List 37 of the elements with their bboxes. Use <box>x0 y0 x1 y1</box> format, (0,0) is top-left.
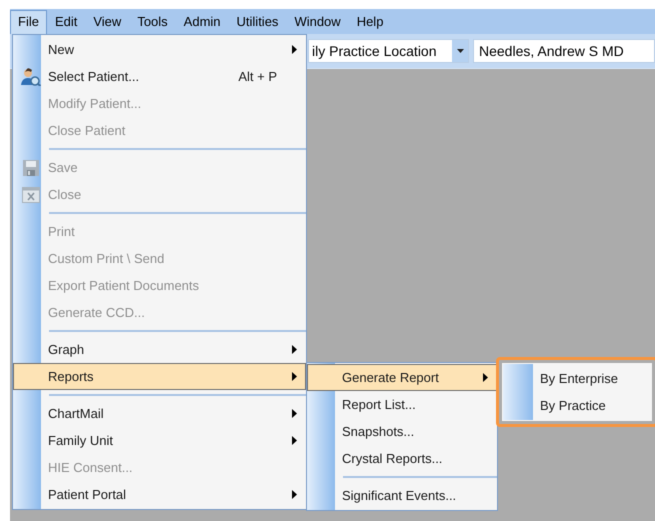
submenu-arrow-icon <box>292 409 297 418</box>
menu-bar-item[interactable]: Help <box>348 10 392 34</box>
menu-item[interactable]: By Enterprise <box>503 365 651 392</box>
menu-bar-item[interactable]: Window <box>286 10 349 34</box>
menu-bar-item[interactable]: Edit <box>46 10 86 34</box>
provider-field[interactable]: Needles, Andrew S MD <box>473 39 655 63</box>
caret-icon <box>456 49 464 53</box>
menu-item[interactable]: Family Unit <box>13 427 306 454</box>
menu-item[interactable]: Significant Events... <box>307 482 497 509</box>
menu-item[interactable]: Reports <box>13 363 306 390</box>
menu-item[interactable]: Graph <box>13 336 306 363</box>
menu-item[interactable]: Crystal Reports... <box>307 445 497 472</box>
menu-bar-item[interactable]: Admin <box>176 10 229 34</box>
menu-item[interactable]: Generate Report <box>307 364 497 391</box>
menu-gutter <box>503 364 533 420</box>
dropdown-button[interactable] <box>452 40 468 62</box>
shortcut-text: Alt + P <box>238 68 277 86</box>
menu-bar-item[interactable]: File <box>10 10 47 34</box>
menu-item[interactable]: Snapshots... <box>307 418 497 445</box>
menu-item[interactable]: By Practice <box>503 392 651 419</box>
menu-bar-item[interactable]: Utilities <box>228 10 286 34</box>
submenu-arrow-icon <box>292 345 297 354</box>
submenu-arrow-icon <box>483 373 488 382</box>
submenu-arrow-icon <box>292 372 297 381</box>
menu-item[interactable]: Patient Portal <box>13 481 306 508</box>
person-search-icon <box>21 68 41 86</box>
close-icon <box>22 186 40 202</box>
menu-item[interactable]: Select Patient... Alt + P <box>13 63 306 90</box>
menu-item[interactable]: ChartMail <box>13 400 306 427</box>
submenu-arrow-icon <box>292 436 297 445</box>
menu-bar-item[interactable]: Tools <box>129 10 176 34</box>
submenu-arrow-icon <box>292 490 297 499</box>
menu-bar-item[interactable]: View <box>85 10 130 34</box>
menu-item[interactable]: New <box>13 36 306 63</box>
submenu-arrow-icon <box>292 45 297 54</box>
menu-item[interactable]: Report List... <box>307 391 497 418</box>
location-combo[interactable]: ily Practice Location <box>308 39 469 63</box>
